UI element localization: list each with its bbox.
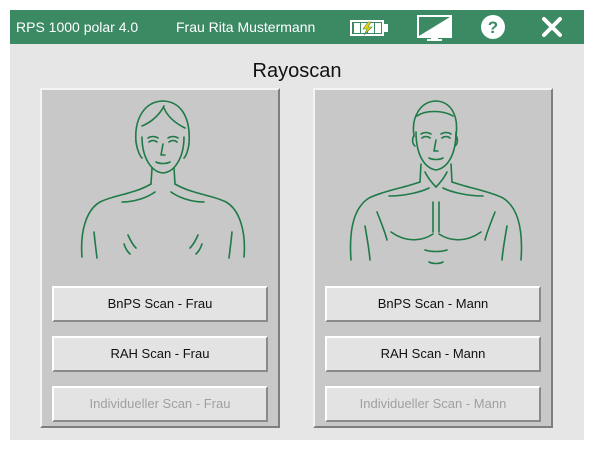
svg-text:?: ? [488, 18, 498, 37]
app-window: RPS 1000 polar 4.0 Frau Rita Mustermann [10, 10, 584, 440]
rah-scan-frau-button[interactable]: RAH Scan - Frau [52, 336, 268, 372]
female-scan-panel: BnPS Scan - Frau RAH Scan - Frau Individ… [40, 88, 280, 428]
female-figure-icon [80, 100, 246, 259]
display-icon[interactable] [415, 10, 455, 44]
individual-scan-frau-button[interactable]: Individueller Scan - Frau [52, 386, 268, 422]
rah-scan-mann-button[interactable]: RAH Scan - Mann [325, 336, 541, 372]
male-scan-panel: BnPS Scan - Mann RAH Scan - Mann Individ… [313, 88, 553, 428]
battery-icon[interactable] [347, 10, 391, 44]
bnps-scan-frau-button[interactable]: BnPS Scan - Frau [52, 286, 268, 322]
individual-scan-mann-button[interactable]: Individueller Scan - Mann [325, 386, 541, 422]
close-icon[interactable] [536, 10, 570, 44]
male-figure-icon [349, 100, 523, 265]
page-title: Rayoscan [252, 60, 342, 82]
user-name: Frau Rita Mustermann [176, 19, 316, 35]
title-bar: RPS 1000 polar 4.0 Frau Rita Mustermann [10, 10, 584, 44]
bnps-scan-mann-button[interactable]: BnPS Scan - Mann [325, 286, 541, 322]
help-icon[interactable]: ? [477, 10, 511, 44]
app-title: RPS 1000 polar 4.0 [16, 19, 139, 35]
